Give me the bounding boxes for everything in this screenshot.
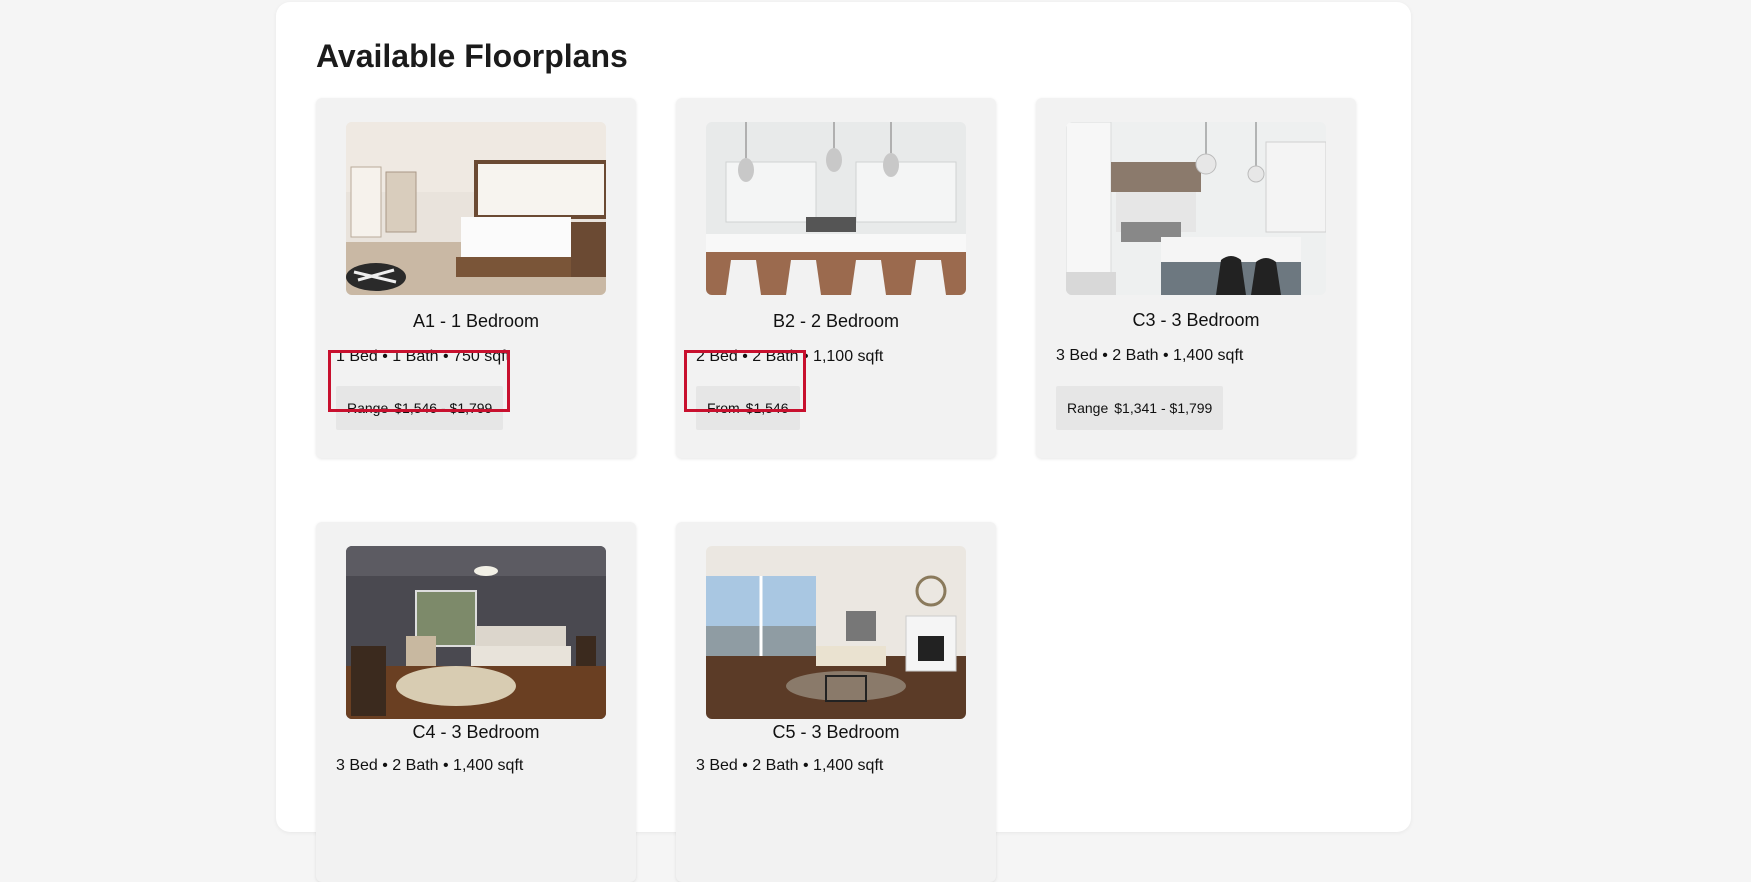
price-value: $1,341 - $1,799 <box>1114 400 1213 416</box>
floorplan-card-b2[interactable]: B2 - 2 Bedroom 2 Bed • 2 Bath • 1,100 sq… <box>676 98 996 458</box>
price-value: $1,546 - $1,799 <box>394 400 493 416</box>
kitchen-photo[interactable] <box>1066 122 1326 295</box>
page-title: Available Floorplans <box>316 38 628 74</box>
price-from-box: From $1,546 <box>696 386 800 430</box>
price-label: From <box>707 400 740 416</box>
floorplan-specs: 3 Bed • 2 Bath • 1,400 sqft <box>336 757 524 774</box>
price-range-box: Range $1,546 - $1,799 <box>336 386 504 430</box>
price-label: Range <box>1067 400 1109 416</box>
price-value: $1,546 <box>745 400 789 416</box>
floorplan-name[interactable]: B2 - 2 Bedroom <box>676 311 996 332</box>
floorplan-name[interactable]: C3 - 3 Bedroom <box>1036 310 1356 331</box>
floorplan-name[interactable]: A1 - 1 Bedroom <box>316 311 636 332</box>
floorplan-name[interactable]: C4 - 3 Bedroom <box>316 722 636 743</box>
floorplan-specs: 1 Bed • 1 Bath • 750 sqft <box>336 348 510 365</box>
price-range-box: Range $1,341 - $1,799 <box>1056 386 1224 430</box>
floorplans-panel: Available Floorplans A1 - 1 Bedroom 1 Be… <box>276 2 1411 882</box>
floorplan-name[interactable]: C5 - 3 Bedroom <box>676 722 996 743</box>
kitchen-photo[interactable] <box>706 122 966 295</box>
floorplan-card-c4[interactable]: C4 - 3 Bedroom 3 Bed • 2 Bath • 1,400 sq… <box>316 522 636 882</box>
floorplan-card-c5[interactable]: C5 - 3 Bedroom 3 Bed • 2 Bath • 1,400 sq… <box>676 522 996 882</box>
floorplan-specs: 3 Bed • 2 Bath • 1,400 sqft <box>696 757 884 774</box>
floorplan-specs: 2 Bed • 2 Bath • 1,100 sqft <box>696 348 884 365</box>
living-room-photo[interactable] <box>706 546 966 719</box>
floorplan-card-a1[interactable]: A1 - 1 Bedroom 1 Bed • 1 Bath • 750 sqft… <box>316 98 636 458</box>
floorplan-specs: 3 Bed • 2 Bath • 1,400 sqft <box>1056 347 1244 364</box>
bedroom-photo[interactable] <box>346 122 606 295</box>
bedroom-photo[interactable] <box>346 546 606 719</box>
floorplan-card-c3[interactable]: C3 - 3 Bedroom 3 Bed • 2 Bath • 1,400 sq… <box>1036 98 1356 458</box>
price-label: Range <box>347 400 389 416</box>
